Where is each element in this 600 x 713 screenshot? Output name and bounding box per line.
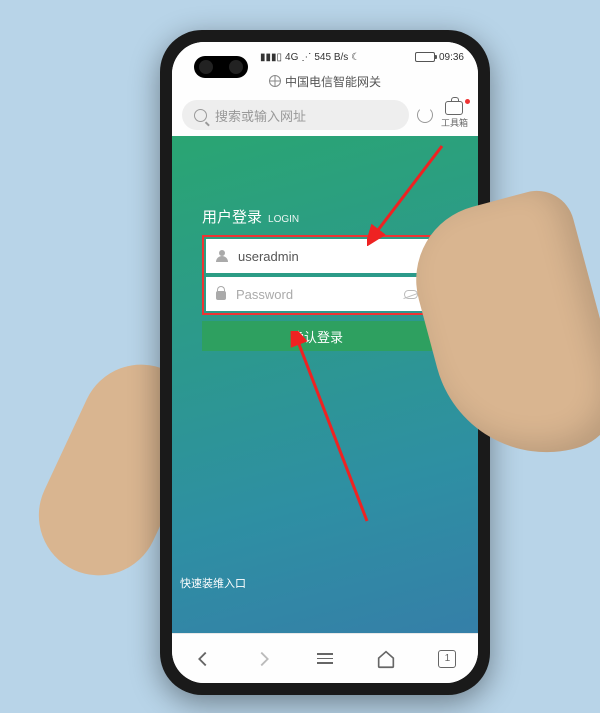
notification-dot-icon bbox=[465, 99, 470, 104]
page-content: 用户登录 LOGIN useradmin Password 确认登录 bbox=[172, 136, 478, 633]
tab-count: 1 bbox=[445, 653, 451, 664]
menu-icon bbox=[317, 653, 333, 664]
address-row: 搜索或输入网址 工具箱 bbox=[172, 94, 478, 136]
lock-icon bbox=[216, 291, 226, 300]
annotation-arrow-bottom bbox=[287, 331, 377, 531]
password-placeholder: Password bbox=[236, 287, 394, 302]
search-placeholder: 搜索或输入网址 bbox=[215, 106, 306, 125]
fast-maintenance-link[interactable]: 快速装维入口 bbox=[180, 575, 246, 591]
network-type: 4G bbox=[285, 52, 298, 63]
login-button-label: 确认登录 bbox=[291, 327, 343, 346]
nav-tabs-button[interactable]: 1 bbox=[436, 648, 458, 670]
toolbox-label: 工具箱 bbox=[441, 116, 468, 129]
login-panel: 用户登录 LOGIN useradmin Password 确认登录 bbox=[202, 206, 432, 351]
home-icon bbox=[375, 648, 397, 670]
username-value: useradmin bbox=[238, 249, 418, 264]
login-submit-button[interactable]: 确认登录 bbox=[202, 321, 432, 351]
nav-back-button[interactable] bbox=[192, 648, 214, 670]
battery-icon bbox=[415, 52, 435, 62]
user-icon bbox=[216, 250, 228, 262]
tabs-icon: 1 bbox=[438, 650, 456, 668]
password-field[interactable]: Password bbox=[206, 277, 428, 311]
net-speed: 545 B/s bbox=[314, 52, 348, 63]
nav-forward-button[interactable] bbox=[253, 648, 275, 670]
globe-icon bbox=[269, 75, 281, 87]
camera-cutout bbox=[194, 56, 248, 78]
page-title: 中国电信智能网关 bbox=[285, 73, 381, 90]
toolbox-button[interactable]: 工具箱 bbox=[441, 101, 468, 129]
visibility-toggle-icon[interactable] bbox=[404, 290, 418, 299]
login-title-en: LOGIN bbox=[268, 214, 299, 225]
toolbox-icon bbox=[445, 101, 463, 115]
search-icon bbox=[194, 109, 207, 122]
signal-icon: ▮▮▮▯ bbox=[260, 52, 282, 63]
nav-home-button[interactable] bbox=[375, 648, 397, 670]
nav-menu-button[interactable] bbox=[314, 648, 336, 670]
login-title: 用户登录 LOGIN bbox=[202, 206, 432, 227]
wifi-icon: ⋰ bbox=[301, 52, 311, 63]
search-input[interactable]: 搜索或输入网址 bbox=[182, 100, 409, 130]
phone-screen: ▮▮▮▯ 4G ⋰ 545 B/s ☾ 09:36 中国电信智能网关 搜索或输入… bbox=[172, 42, 478, 683]
fast-link-label: 快速装维入口 bbox=[180, 578, 246, 590]
reload-button[interactable] bbox=[417, 107, 433, 123]
browser-nav-bar: 1 bbox=[172, 633, 478, 683]
username-field[interactable]: useradmin bbox=[206, 239, 428, 273]
clock-time: 09:36 bbox=[439, 52, 464, 63]
login-inputs-highlight: useradmin Password bbox=[202, 235, 432, 315]
login-title-cn: 用户登录 bbox=[202, 206, 262, 227]
moon-icon: ☾ bbox=[351, 52, 360, 63]
